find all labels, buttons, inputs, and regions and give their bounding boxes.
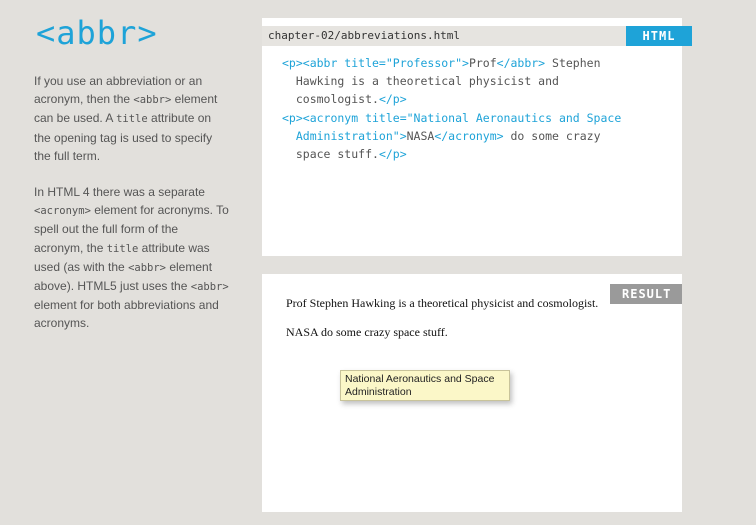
code-line: space stuff.</p> (282, 145, 621, 163)
inline-code: <acronym> (34, 205, 91, 218)
title-tooltip: National Aeronautics and Space Administr… (340, 370, 510, 401)
html-badge: HTML (626, 26, 692, 46)
text-run: In HTML 4 there was a separate (34, 185, 205, 200)
result-line-acronym[interactable]: NASA do some crazy space stuff. (286, 325, 598, 340)
sidebar-paragraph-1: If you use an abbreviation or an acronym… (34, 72, 230, 165)
inline-code: <abbr> (190, 281, 229, 294)
code-markup: </abbr> (496, 56, 546, 70)
result-line-abbr[interactable]: Prof Stephen Hawking is a theoretical ph… (286, 296, 598, 311)
result-panel: RESULT Prof Stephen Hawking is a theoret… (262, 274, 682, 512)
inline-code: <abbr> (133, 94, 172, 107)
code-text: space stuff. (282, 147, 379, 162)
code-markup: </p> (378, 92, 407, 107)
code-header: chapter-02/abbreviations.html HTML (262, 26, 692, 46)
code-text: cosmologist. (282, 92, 379, 107)
code-text: Prof (468, 56, 497, 70)
code-markup: <p><acronym title="National Aeronautics … (282, 110, 622, 125)
code-markup: <p><abbr title="Professor"> (282, 56, 469, 70)
sidebar-paragraph-2: In HTML 4 there was a separate <acronym>… (34, 183, 230, 333)
page-title: <abbr> (36, 14, 158, 52)
sidebar-description: If you use an abbreviation or an acronym… (34, 72, 230, 351)
code-markup: </p> (378, 147, 407, 162)
result-badge: RESULT (610, 284, 682, 304)
inline-code: <abbr> (128, 261, 166, 274)
inline-code: title (116, 113, 148, 126)
code-line: Administration">NASA</acronym> do some c… (282, 127, 621, 145)
code-line: cosmologist.</p> (282, 90, 621, 108)
text-run: element for both abbreviations and acron… (34, 298, 219, 331)
code-text: Hawking is a theoretical physicist and (282, 74, 559, 89)
code-panel: chapter-02/abbreviations.html HTML <p><a… (262, 18, 692, 256)
code-markup: </acronym> (434, 128, 504, 143)
code-line: <p><acronym title="National Aeronautics … (282, 109, 621, 127)
code-text: Stephen (545, 56, 601, 70)
code-filename: chapter-02/abbreviations.html (268, 29, 461, 42)
code-text: do some crazy (503, 128, 601, 143)
code-line: <p><abbr title="Professor">Prof</abbr> S… (282, 54, 621, 72)
code-markup: Administration"> (282, 128, 407, 143)
result-body: Prof Stephen Hawking is a theoretical ph… (286, 296, 598, 401)
code-text: NASA (406, 128, 435, 143)
code-line: Hawking is a theoretical physicist and (282, 72, 621, 90)
inline-code: title (106, 242, 139, 255)
code-listing: <p><abbr title="Professor">Prof</abbr> S… (282, 54, 621, 163)
